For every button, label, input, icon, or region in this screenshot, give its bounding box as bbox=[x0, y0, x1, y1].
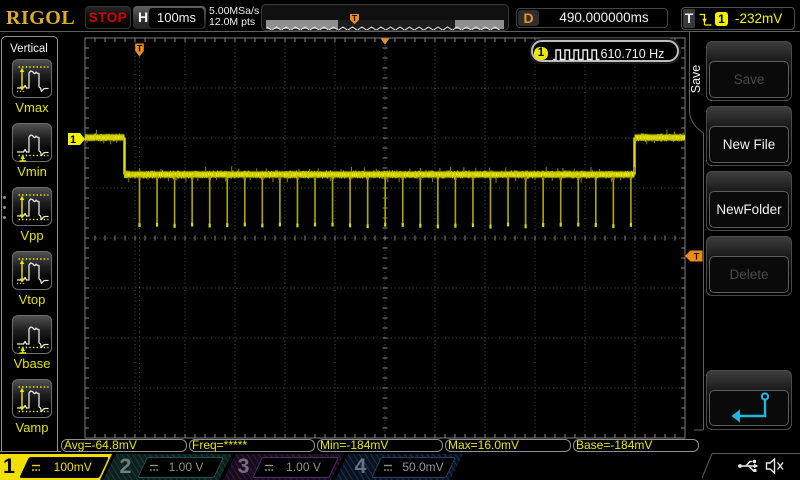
svg-text:1: 1 bbox=[70, 134, 76, 146]
svg-text:T: T bbox=[137, 44, 143, 54]
